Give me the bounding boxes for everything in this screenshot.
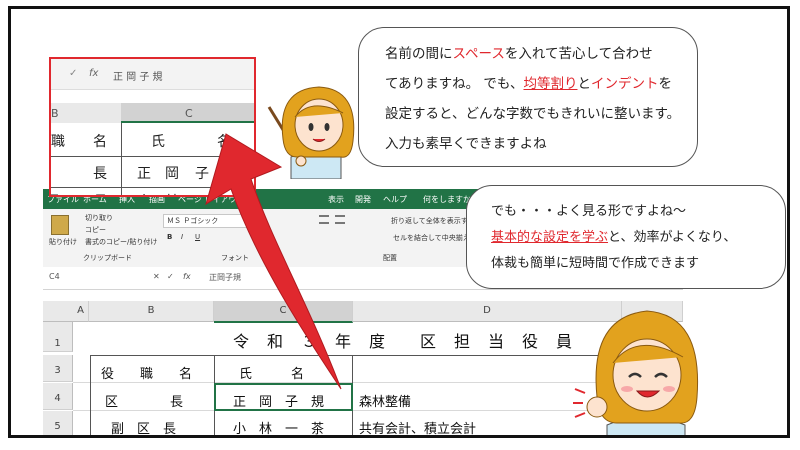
- teacher-illustration-icon: [267, 86, 355, 179]
- smiling-girl-illustration-icon: [573, 310, 699, 435]
- speech-bubble-right: でも・・・よく見る形ですよね～ 基本的な設定を学ぶと、効率がよくなり、 体裁も簡…: [466, 185, 786, 289]
- slide-frame: ファイル ホーム 挿入 描画 ページ レイアウト 表示 開発 ヘルプ 何をします…: [8, 6, 790, 438]
- speech-bubble-top: 名前の間にスペースを入れて苦心して合わせ てありますね。 でも、均等割りとインデ…: [358, 27, 698, 167]
